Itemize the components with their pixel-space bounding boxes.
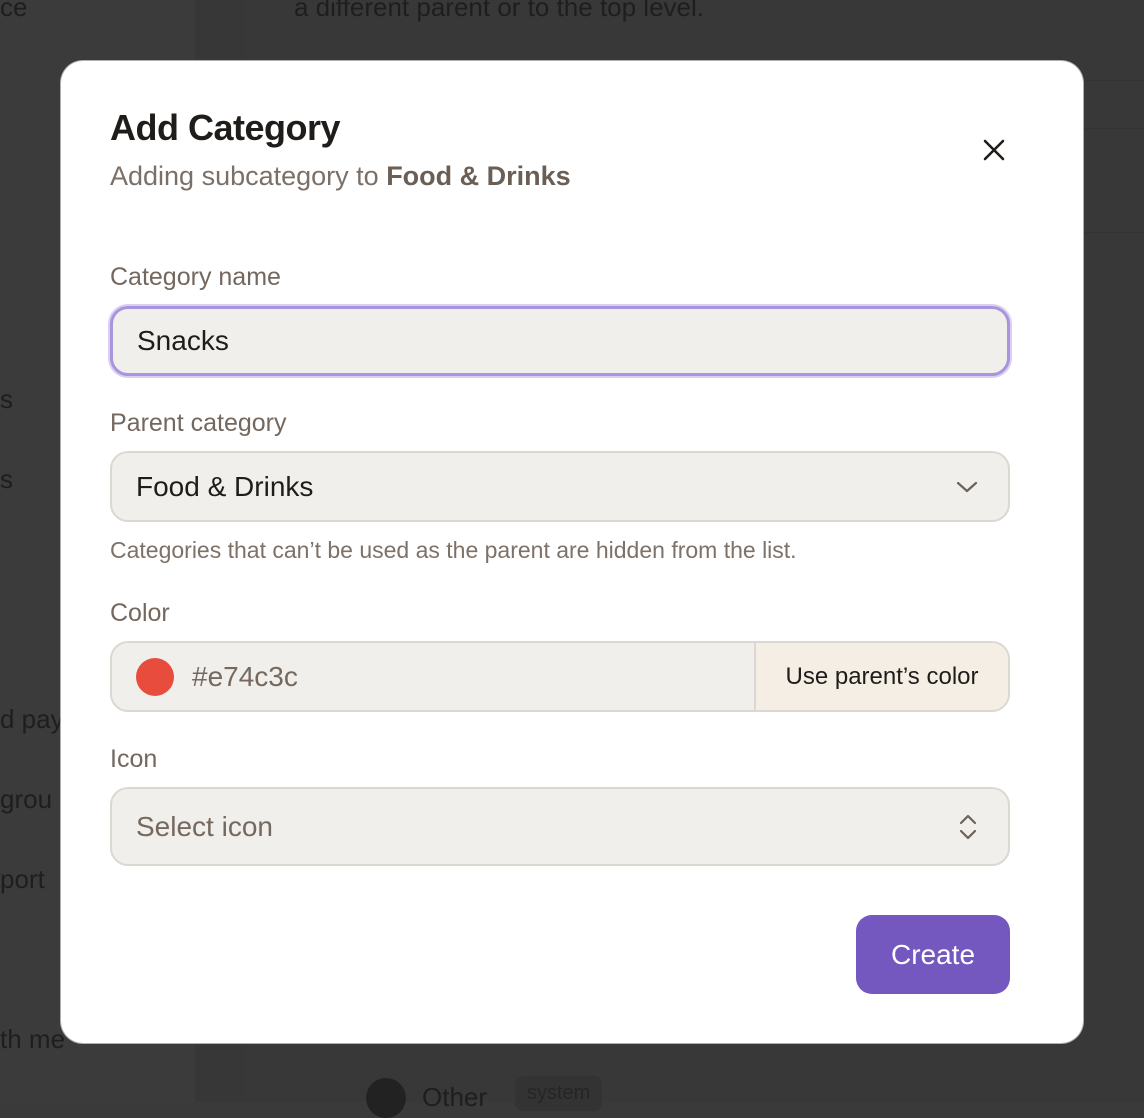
icon-label: Icon <box>110 745 158 773</box>
background-sidebar-item: th me <box>0 1024 66 1054</box>
color-label: Color <box>110 599 170 627</box>
background-sidebar-item: d pay <box>0 704 64 734</box>
category-name-label: Category name <box>110 263 281 291</box>
background-sidebar-item: grou <box>0 784 53 814</box>
add-category-dialog: Add Category Adding subcategory to Food … <box>61 61 1083 1043</box>
parent-category-select[interactable]: Food & Drinks <box>110 451 1010 522</box>
chevron-up-down-icon <box>959 814 977 839</box>
use-parent-color-button[interactable]: Use parent’s color <box>754 643 1008 710</box>
background-system-badge: system <box>515 1076 603 1111</box>
background-sidebar-item: s <box>0 384 13 414</box>
background-sidebar-item: ce <box>0 0 28 22</box>
dialog-subtitle: Adding subcategory to Food & Drinks <box>110 161 571 192</box>
subtitle-prefix: Adding subcategory to <box>110 161 387 191</box>
color-field[interactable]: #e74c3c Use parent’s color <box>110 641 1010 712</box>
parent-category-label: Parent category <box>110 409 287 437</box>
background-category-name: Other <box>422 1082 488 1112</box>
icon-select[interactable]: Select icon <box>110 787 1010 866</box>
dialog-title: Add Category <box>110 107 341 148</box>
color-hex-value: #e74c3c <box>192 660 298 692</box>
create-button[interactable]: Create <box>856 915 1010 994</box>
category-name-input[interactable]: Snacks <box>110 306 1010 376</box>
subtitle-parent-name: Food & Drinks <box>386 161 571 191</box>
background-sidebar-item: port <box>0 864 45 894</box>
background-sidebar-item: s <box>0 464 13 494</box>
parent-category-hint: Categories that can’t be used as the par… <box>110 537 797 563</box>
close-icon <box>983 139 1005 161</box>
color-swatch[interactable] <box>136 657 174 696</box>
chevron-down-icon <box>956 481 978 492</box>
parent-category-value: Food & Drinks <box>136 470 314 502</box>
icon-select-placeholder: Select icon <box>136 810 273 842</box>
category-name-value: Snacks <box>137 325 229 356</box>
background-category-avatar <box>366 1078 406 1118</box>
close-button[interactable] <box>978 134 1010 166</box>
background-top-text: a different parent or to the top level. <box>294 0 705 22</box>
